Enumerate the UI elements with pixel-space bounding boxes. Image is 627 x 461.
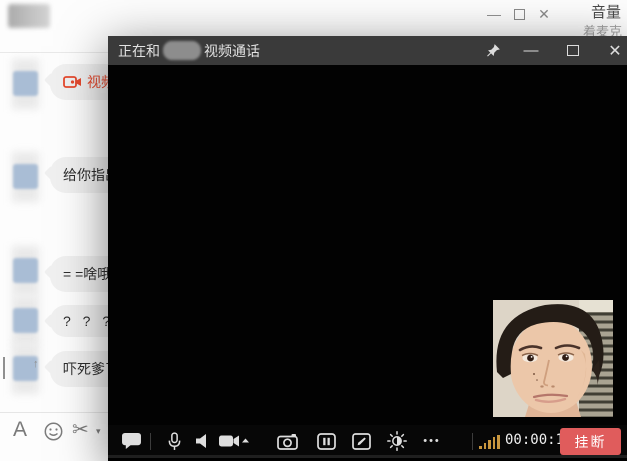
speaker-icon[interactable] <box>190 430 214 452</box>
minimize-icon[interactable]: — <box>486 5 502 23</box>
font-format-button[interactable]: A <box>13 418 27 442</box>
avatar[interactable] <box>13 164 38 189</box>
screenshot-camera-icon[interactable] <box>275 430 299 452</box>
video-call-window: 正在和 视频通话 — ✕ <box>108 36 627 461</box>
doodle-edit-icon[interactable] <box>349 430 373 452</box>
volume-label: 音量 <box>591 1 621 22</box>
message-text: ? ? ? <box>63 313 114 329</box>
avatar[interactable] <box>13 308 38 333</box>
retract-arrow-icon: ↑ <box>33 358 39 370</box>
title-prefix: 正在和 <box>118 41 160 61</box>
maximize-icon[interactable] <box>562 36 584 65</box>
avatar[interactable] <box>13 71 38 96</box>
pin-icon[interactable] <box>482 36 504 65</box>
window-bottom-edge <box>108 455 627 458</box>
scroll-artifact <box>3 357 5 379</box>
message-text: = =啥哦 <box>63 266 111 282</box>
chat-window-controls: — ✕ <box>486 4 552 24</box>
network-signal-icon <box>479 435 500 449</box>
blurred-contact-name <box>8 4 50 28</box>
call-titlebar[interactable]: 正在和 视频通话 — ✕ <box>108 36 627 65</box>
emoji-icon[interactable] <box>44 422 63 441</box>
blurred-peer-name <box>163 41 201 60</box>
title-suffix: 视频通话 <box>204 41 260 61</box>
screenshot-scissors-icon[interactable]: ✂ <box>72 417 89 442</box>
call-toolbar: ••• 00:00:15 挂断 <box>108 425 627 458</box>
close-icon[interactable]: ✕ <box>604 36 626 65</box>
self-view-video[interactable] <box>493 300 613 417</box>
more-options-icon[interactable]: ••• <box>420 430 444 452</box>
video-camera-icon <box>63 75 82 89</box>
toolbar-separator <box>472 433 473 450</box>
pause-layout-icon[interactable] <box>314 430 338 452</box>
chat-message-icon[interactable] <box>119 430 143 452</box>
camera-select-icon[interactable] <box>218 430 250 452</box>
close-icon[interactable]: ✕ <box>536 5 552 23</box>
chevron-down-icon[interactable]: ▾ <box>96 426 101 437</box>
toolbar-separator <box>150 433 151 450</box>
microphone-icon[interactable] <box>162 430 186 452</box>
minimize-icon[interactable]: — <box>520 36 542 65</box>
brightness-icon[interactable] <box>385 430 409 452</box>
hangup-button[interactable]: 挂断 <box>560 428 621 455</box>
avatar[interactable] <box>13 258 38 283</box>
call-title: 正在和 视频通话 <box>118 41 260 61</box>
maximize-icon[interactable] <box>511 5 527 23</box>
